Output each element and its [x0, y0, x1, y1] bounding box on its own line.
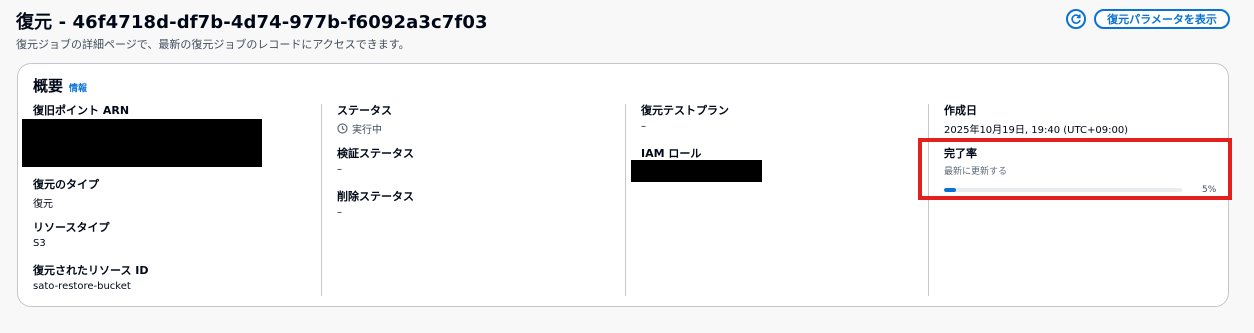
info-link[interactable]: 情報 [69, 81, 87, 94]
test-plan-value: – [641, 121, 646, 132]
test-plan-label: 復元テストプラン [641, 104, 729, 117]
column-divider [625, 104, 626, 296]
restored-resource-field: 復元されたリソース ID sato-restore-bucket [33, 262, 149, 292]
iam-role-field: IAM ロール [641, 145, 701, 161]
resource-type-field: リソースタイプ S3 [33, 219, 109, 249]
deletion-status-field: 削除ステータス – [337, 188, 414, 218]
show-restore-params-button[interactable]: 復元パラメータを表示 [1094, 9, 1230, 29]
status-value: 実行中 [352, 125, 382, 136]
refresh-icon [1071, 14, 1081, 24]
resource-type-value: S3 [33, 238, 46, 249]
status-field: ステータス 実行中 [337, 102, 392, 136]
status-label: ステータス [337, 104, 392, 117]
iam-role-redacted [631, 160, 762, 182]
recovery-point-label: 復旧ポイント ARN [33, 104, 130, 117]
clock-icon [337, 123, 348, 134]
status-value-row: 実行中 [337, 121, 392, 136]
deletion-status-value: – [337, 207, 342, 218]
deletion-status-label: 削除ステータス [337, 190, 414, 203]
validation-status-field: 検証ステータス – [337, 145, 414, 175]
restore-type-label: 復元のタイプ [33, 178, 99, 191]
page-description: 復元ジョブの詳細ページで、最新の復元ジョブのレコードにアクセスできます。 [16, 38, 410, 51]
recovery-point-redacted [22, 119, 262, 167]
restore-type-field: 復元のタイプ 復元 [33, 176, 99, 210]
completion-highlight-box [918, 138, 1232, 200]
test-plan-field: 復元テストプラン – [641, 102, 729, 132]
iam-role-label: IAM ロール [641, 147, 702, 160]
recovery-point-field: 復旧ポイント ARN [33, 102, 129, 118]
restored-resource-label: 復元されたリソース ID [33, 264, 149, 277]
created-date-value: 2025年10月19日, 19:40 (UTC+09:00) [944, 125, 1129, 136]
page-title: 復元 - 46f4718d-df7b-4d74-977b-f6092a3c7f0… [16, 12, 488, 33]
overview-title: 概要 [33, 77, 64, 95]
restore-type-value: 復元 [33, 199, 53, 210]
resource-type-label: リソースタイプ [33, 221, 110, 234]
validation-status-label: 検証ステータス [337, 147, 414, 160]
validation-status-value: – [337, 164, 342, 175]
created-date-field: 作成日 2025年10月19日, 19:40 (UTC+09:00) [944, 102, 1128, 136]
column-divider [321, 104, 322, 296]
overview-header: 概要 情報 [33, 75, 87, 96]
column-divider [928, 104, 929, 296]
refresh-button[interactable] [1066, 9, 1086, 29]
created-date-label: 作成日 [944, 104, 977, 117]
restored-resource-value: sato-restore-bucket [33, 281, 131, 292]
